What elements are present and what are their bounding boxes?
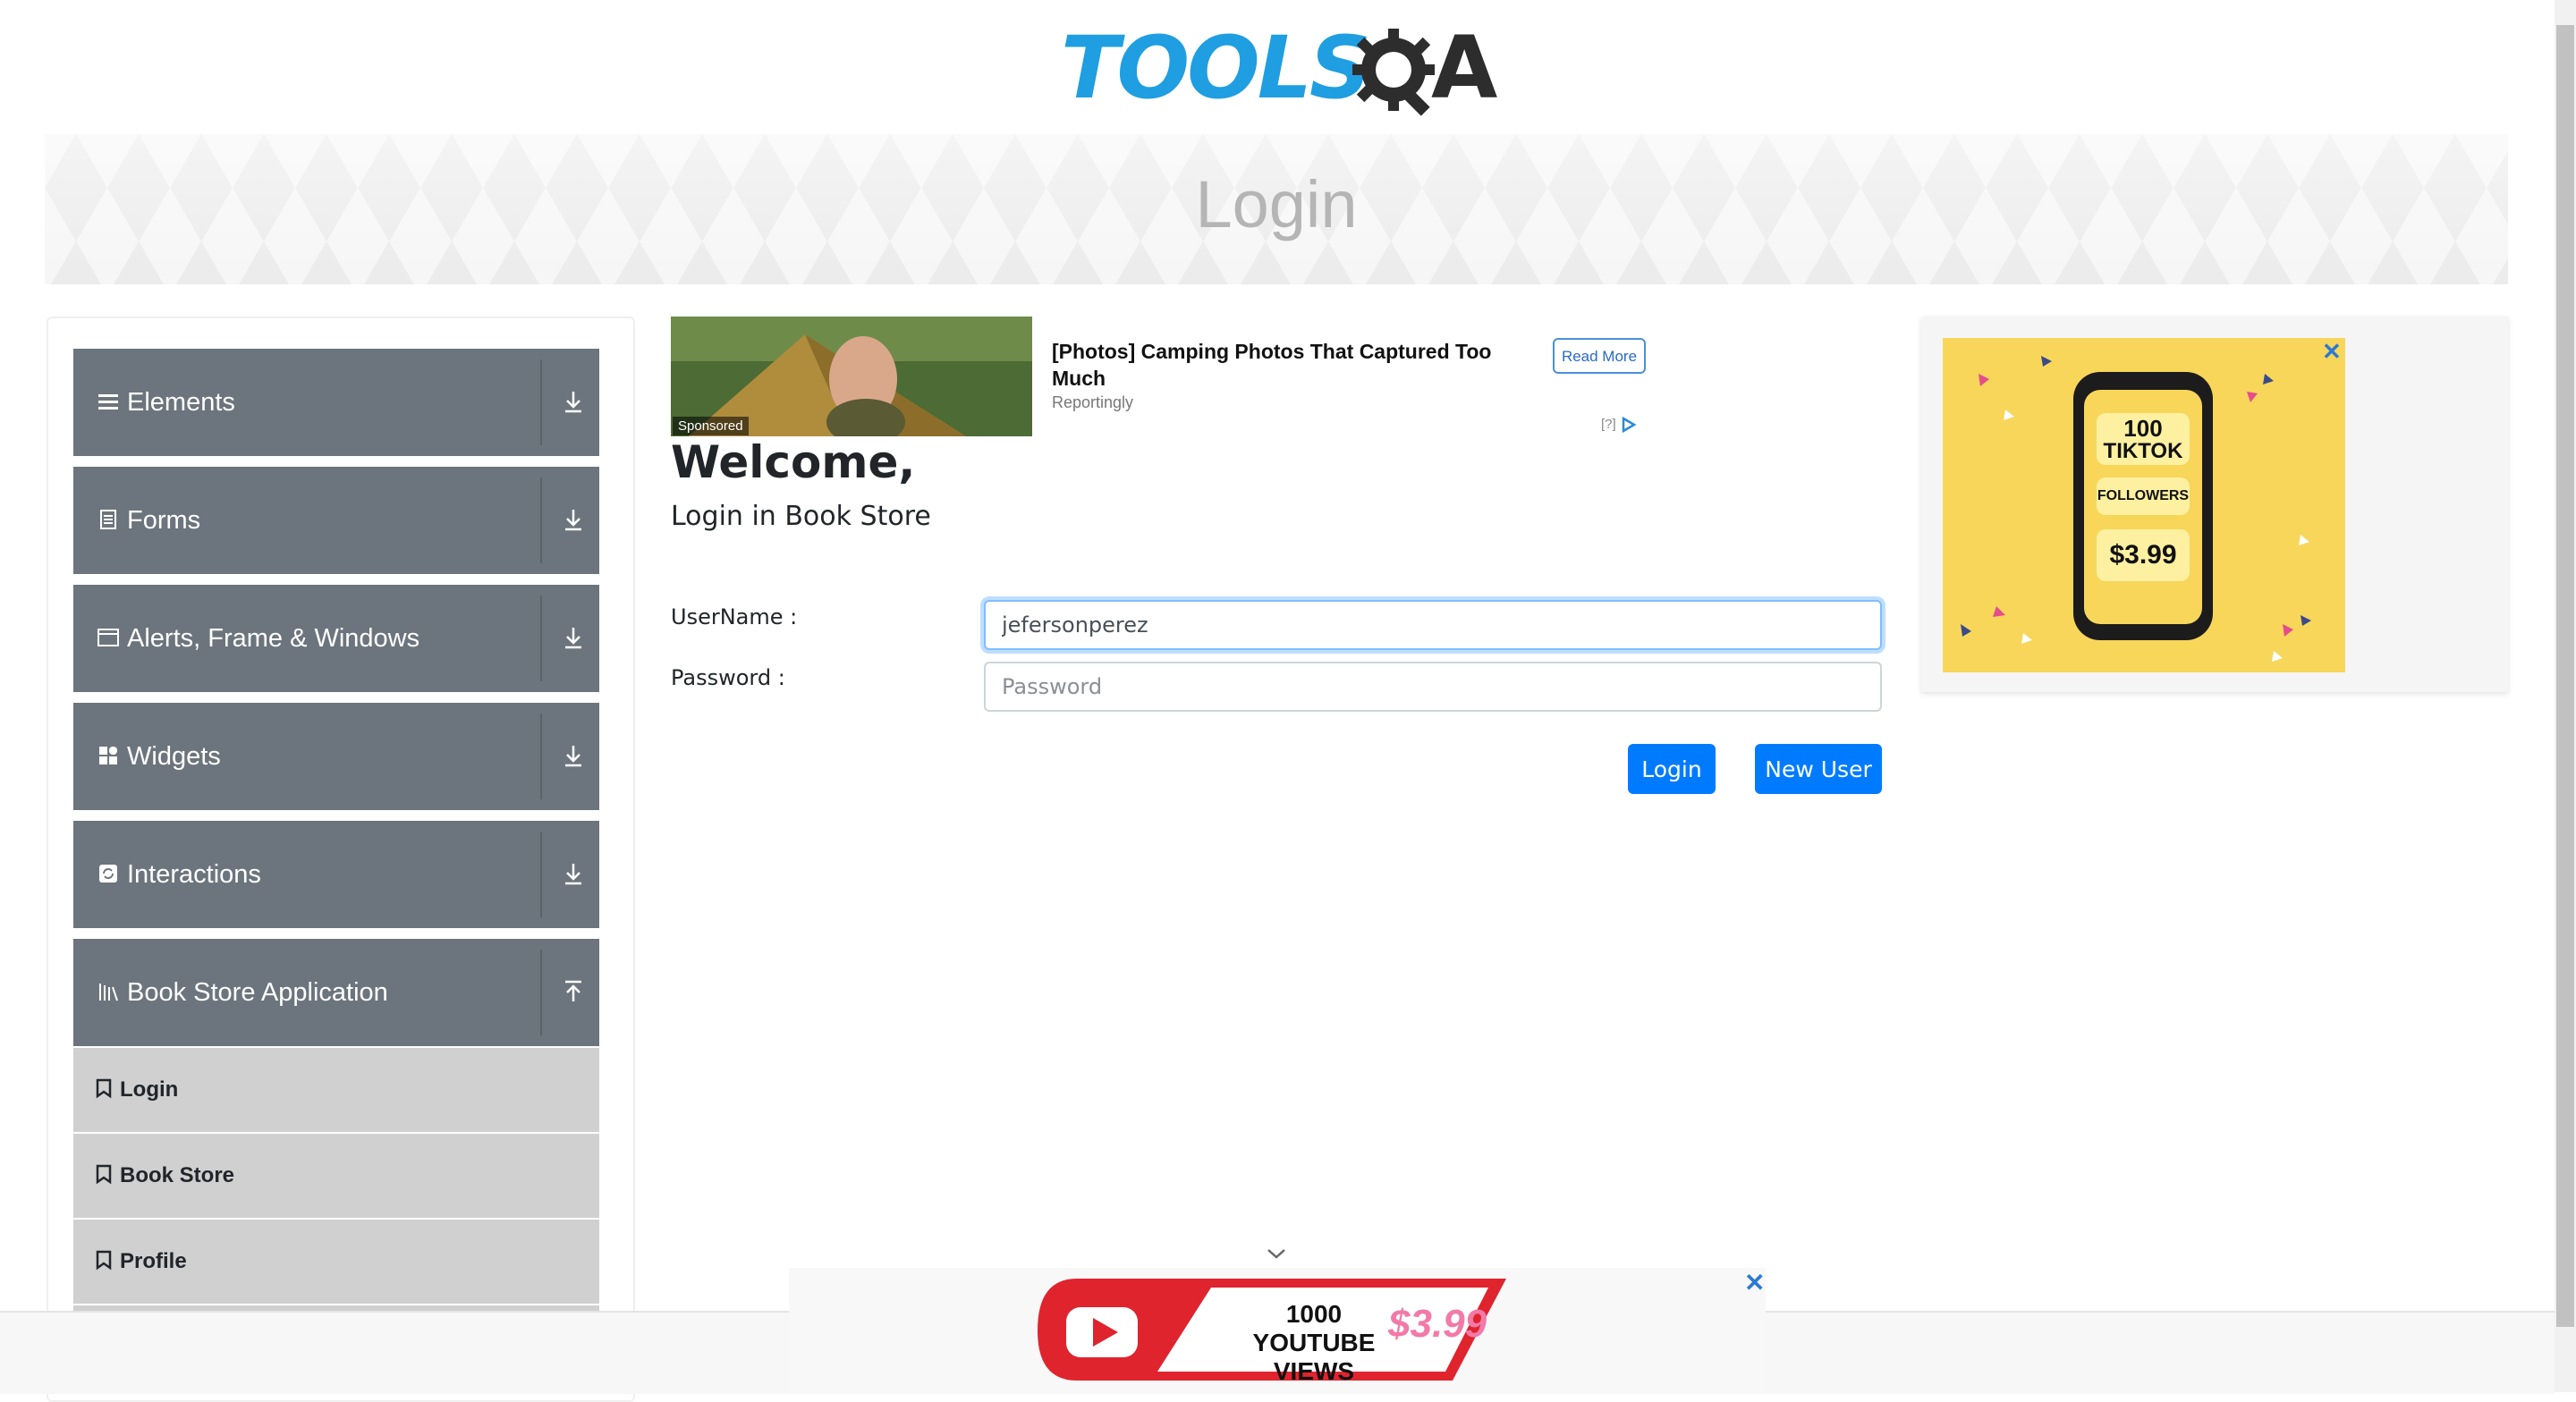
password-input[interactable] — [984, 662, 1882, 712]
divider — [540, 359, 542, 445]
new-user-button[interactable]: New User — [1755, 744, 1882, 794]
upload-arrow-icon[interactable] — [562, 978, 585, 1005]
sidebar-group-label: Interactions — [127, 860, 261, 889]
grid-icon — [99, 747, 117, 764]
scrollbar-thumb[interactable] — [2556, 25, 2574, 1327]
download-arrow-icon[interactable] — [562, 624, 585, 651]
logo-suffix: A — [1431, 18, 1498, 118]
page-title: Login — [1195, 167, 1358, 241]
sidebar-group-label: Alerts, Frame & Windows — [127, 624, 420, 653]
login-subtitle: Login in Book Store — [671, 501, 931, 532]
sidebar-item-label: Profile — [120, 1249, 187, 1273]
youtube-ad-text: 1000 YOUTUBE VIEWS — [1211, 1300, 1417, 1386]
sidebar-group-book-store[interactable]: Book Store Application — [73, 939, 599, 1046]
login-button[interactable]: Login — [1628, 744, 1716, 794]
ad-choices[interactable]: [?] — [1601, 416, 1638, 434]
sidebar-group-elements[interactable]: Elements — [73, 349, 599, 456]
username-label: UserName : — [671, 604, 798, 629]
phone-graphic: 100 TIKTOK FOLLOWERS $3.99 — [2073, 372, 2213, 640]
download-arrow-icon[interactable] — [562, 742, 585, 769]
sidebar-group-alerts[interactable]: Alerts, Frame & Windows — [73, 585, 599, 692]
bookmark-icon — [96, 1164, 112, 1185]
close-icon[interactable]: ✕ — [2322, 338, 2342, 366]
adchoices-icon — [1622, 416, 1637, 434]
download-arrow-icon[interactable] — [562, 860, 585, 887]
password-label: Password : — [671, 665, 785, 690]
toolsqa-logo[interactable]: TOOLS A — [1061, 18, 1498, 122]
document-icon — [100, 510, 116, 529]
sidebar-group-label: Book Store Application — [127, 978, 388, 1007]
sidebar-group-widgets[interactable]: Widgets — [73, 703, 599, 810]
sidebar-item-label: Login — [120, 1077, 179, 1102]
tiktok-ad[interactable]: 100 TIKTOK FOLLOWERS $3.99 — [1943, 338, 2345, 672]
hamburger-icon — [98, 394, 118, 410]
bookmark-icon — [96, 1250, 112, 1271]
window-icon — [97, 629, 119, 646]
refresh-icon — [99, 865, 117, 883]
sidebar-item-login[interactable]: Login — [73, 1048, 599, 1135]
sidebar-group-label: Forms — [127, 506, 201, 535]
read-more-button[interactable]: Read More — [1553, 338, 1646, 374]
youtube-ad[interactable]: 1000 YOUTUBE VIEWS $3.99 — [1032, 1275, 1512, 1386]
welcome-heading: Welcome, — [671, 436, 916, 488]
sidebar-group-interactions[interactable]: Interactions — [73, 821, 599, 928]
youtube-price: $3.99 — [1388, 1302, 1487, 1346]
sidebar-group-label: Widgets — [127, 742, 221, 771]
divider — [540, 832, 542, 917]
divider — [540, 950, 542, 1035]
ad-headline[interactable]: [Photos] Camping Photos That Captured To… — [1052, 338, 1517, 392]
tiktok-price: $3.99 — [2097, 529, 2190, 581]
username-input[interactable] — [984, 600, 1882, 650]
download-arrow-icon[interactable] — [562, 506, 585, 533]
page-banner: Login — [45, 134, 2508, 284]
divider — [540, 714, 542, 799]
close-icon[interactable]: ✕ — [1744, 1268, 1765, 1297]
sidebar-item-label: Book Store — [120, 1163, 235, 1187]
library-icon — [99, 984, 118, 1001]
sponsored-label: Sponsored — [673, 417, 749, 435]
sidebar-group-label: Elements — [127, 388, 235, 417]
ad-choice-text: [?] — [1601, 417, 1616, 432]
tiktok-count: 100 TIKTOK — [2097, 413, 2190, 465]
phone-screen: 100 TIKTOK FOLLOWERS $3.99 — [2084, 390, 2202, 624]
youtube-label: YOUTUBE VIEWS — [1252, 1329, 1376, 1385]
sidebar-group-forms[interactable]: Forms — [73, 467, 599, 574]
tiktok-label: TIKTOK — [2103, 439, 2183, 463]
bookmark-icon — [96, 1078, 112, 1099]
sidebar-item-profile[interactable]: Profile — [73, 1220, 599, 1306]
tiktok-count-number: 100 — [2123, 415, 2163, 442]
logo-text: TOOLS — [1061, 18, 1371, 118]
divider — [540, 595, 542, 681]
chevron-down-icon[interactable] — [1265, 1245, 1288, 1263]
youtube-count: 1000 — [1285, 1300, 1343, 1328]
sidebar-item-book-store[interactable]: Book Store — [73, 1134, 599, 1220]
ad-source: Reportingly — [1052, 393, 1134, 411]
divider — [540, 477, 542, 563]
followers-label: FOLLOWERS — [2097, 477, 2190, 515]
download-arrow-icon[interactable] — [562, 388, 585, 415]
